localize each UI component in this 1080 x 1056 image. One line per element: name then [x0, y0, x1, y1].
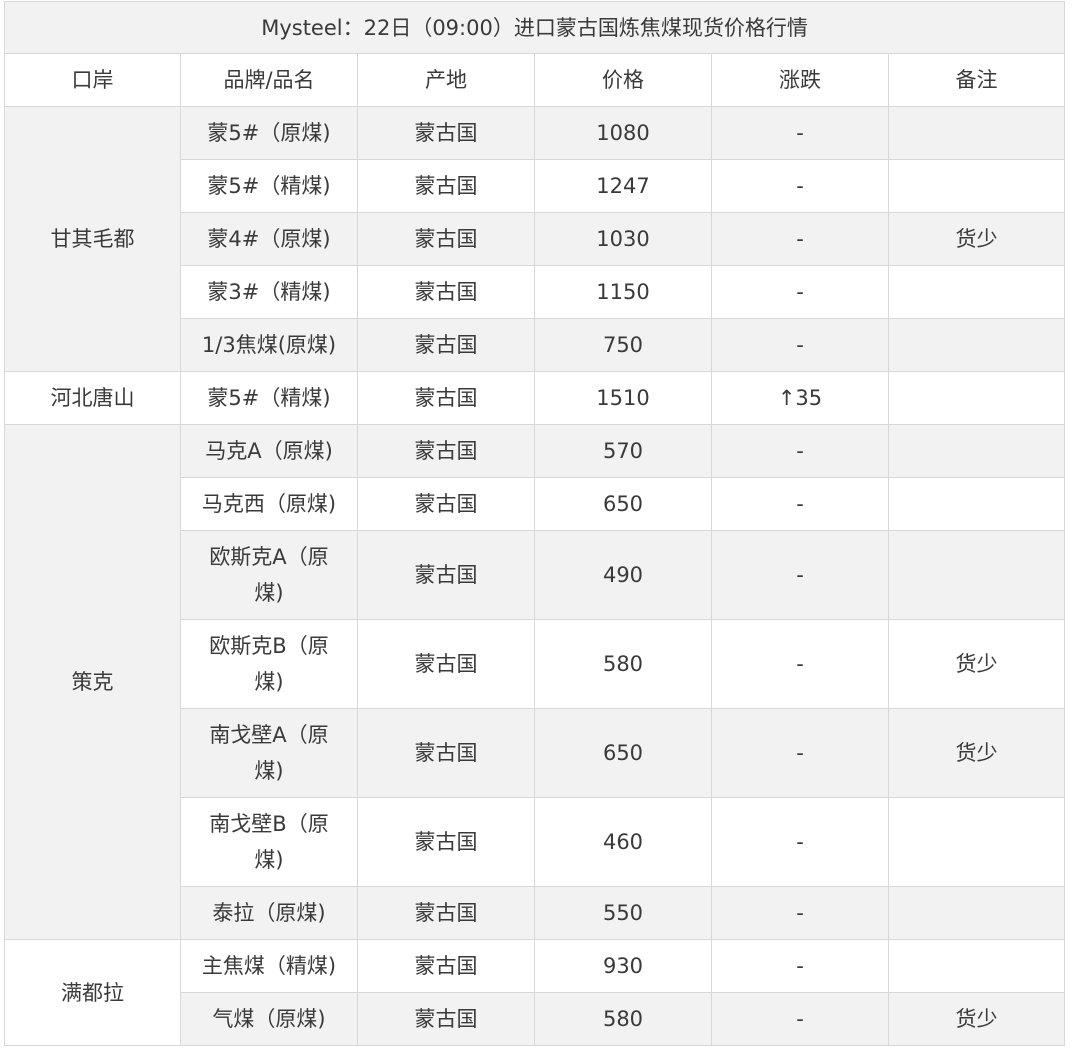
note-cell	[887, 477, 1066, 531]
price-cell: 650	[534, 477, 712, 531]
origin-cell: 蒙古国	[357, 708, 535, 798]
price-cell: 1080	[534, 106, 712, 160]
note-cell	[887, 106, 1066, 160]
origin-cell: 蒙古国	[357, 619, 535, 709]
origin-cell: 蒙古国	[357, 992, 535, 1046]
price-cell: 1150	[534, 265, 712, 319]
note-cell	[887, 886, 1066, 940]
port-cell: 河北唐山	[4, 371, 181, 425]
header-row: 口岸 品牌/品名 产地 价格 涨跌 备注	[4, 53, 1066, 107]
header-brand: 品牌/品名	[180, 53, 358, 107]
note-cell	[887, 424, 1066, 478]
price-cell: 1030	[534, 212, 712, 266]
price-cell: 650	[534, 708, 712, 798]
change-cell: -	[711, 708, 889, 798]
brand-cell: 主焦煤（精煤)	[180, 939, 358, 993]
change-cell: -	[711, 477, 889, 531]
header-price: 价格	[534, 53, 712, 107]
brand-cell: 马克A（原煤)	[180, 424, 358, 478]
origin-cell: 蒙古国	[357, 477, 535, 531]
change-up-cell: ↑35	[711, 371, 889, 425]
port-cell: 甘其毛都	[4, 106, 181, 372]
origin-cell: 蒙古国	[357, 886, 535, 940]
brand-cell: 蒙4#（原煤)	[180, 212, 358, 266]
price-table: Mysteel：22日（09:00）进口蒙古国炼焦煤现货价格行情 口岸 品牌/品…	[3, 1, 1066, 1046]
note-cell	[887, 530, 1066, 620]
note-cell	[887, 939, 1066, 993]
origin-cell: 蒙古国	[357, 797, 535, 887]
brand-cell: 南戈壁A（原煤)	[180, 708, 358, 798]
change-cell: -	[711, 797, 889, 887]
table-title: Mysteel：22日（09:00）进口蒙古国炼焦煤现货价格行情	[3, 1, 1066, 54]
change-cell: -	[711, 939, 889, 993]
port-cell: 满都拉	[4, 939, 181, 1046]
change-cell: -	[711, 106, 889, 160]
brand-cell: 蒙5#（精煤)	[180, 371, 358, 425]
note-cell: 货少	[887, 619, 1066, 709]
price-cell: 930	[534, 939, 712, 993]
origin-cell: 蒙古国	[357, 939, 535, 993]
note-cell	[887, 797, 1066, 887]
origin-cell: 蒙古国	[357, 530, 535, 620]
price-cell: 570	[534, 424, 712, 478]
header-note: 备注	[887, 53, 1066, 107]
note-cell	[887, 159, 1066, 213]
header-origin: 产地	[357, 53, 535, 107]
brand-cell: 蒙5#（精煤)	[180, 159, 358, 213]
change-cell: -	[711, 159, 889, 213]
brand-text: 南戈壁A（原煤)	[209, 723, 329, 783]
change-cell: -	[711, 992, 889, 1046]
brand-text: 南戈壁B（原煤)	[209, 812, 329, 872]
title-row: Mysteel：22日（09:00）进口蒙古国炼焦煤现货价格行情	[3, 1, 1066, 54]
price-cell: 750	[534, 318, 712, 372]
note-cell: 货少	[887, 708, 1066, 798]
origin-cell: 蒙古国	[357, 212, 535, 266]
note-cell: 货少	[887, 992, 1066, 1046]
table-row: 满都拉 主焦煤（精煤) 蒙古国 930 -	[4, 939, 1066, 1046]
brand-text: 欧斯克A（原煤)	[209, 545, 329, 605]
brand-cell: 蒙3#（精煤)	[180, 265, 358, 319]
header-change: 涨跌	[711, 53, 889, 107]
header-port: 口岸	[4, 53, 181, 107]
origin-cell: 蒙古国	[357, 318, 535, 372]
origin-cell: 蒙古国	[357, 424, 535, 478]
brand-cell: 欧斯克A（原煤)	[180, 530, 358, 620]
price-cell: 580	[534, 619, 712, 709]
price-cell: 460	[534, 797, 712, 887]
brand-cell: 南戈壁B（原煤)	[180, 797, 358, 887]
price-cell: 1247	[534, 159, 712, 213]
price-cell: 490	[534, 530, 712, 620]
table-row: 策克 马克A（原煤) 蒙古国 570 -	[4, 424, 1066, 940]
port-cell: 策克	[4, 424, 181, 940]
price-cell: 580	[534, 992, 712, 1046]
brand-cell: 1/3焦煤(原煤)	[180, 318, 358, 372]
note-cell	[887, 318, 1066, 372]
brand-cell: 泰拉（原煤)	[180, 886, 358, 940]
brand-cell: 马克西（原煤)	[180, 477, 358, 531]
origin-cell: 蒙古国	[357, 106, 535, 160]
origin-cell: 蒙古国	[357, 159, 535, 213]
change-cell: -	[711, 318, 889, 372]
change-cell: -	[711, 212, 889, 266]
table-row: 甘其毛都 蒙5#（原煤) 蒙古国 1080 -	[4, 106, 1066, 372]
change-cell: -	[711, 619, 889, 709]
change-cell: -	[711, 530, 889, 620]
change-cell: -	[711, 424, 889, 478]
change-cell: -	[711, 265, 889, 319]
origin-cell: 蒙古国	[357, 371, 535, 425]
note-cell: 货少	[887, 212, 1066, 266]
change-cell: -	[711, 886, 889, 940]
table-row: 河北唐山 蒙5#（精煤) 蒙古国 1510 ↑35	[4, 371, 1066, 425]
brand-cell: 气煤（原煤)	[180, 992, 358, 1046]
note-cell	[887, 265, 1066, 319]
price-cell: 1510	[534, 371, 712, 425]
brand-cell: 蒙5#（原煤)	[180, 106, 358, 160]
brand-cell: 欧斯克B（原煤)	[180, 619, 358, 709]
note-cell	[887, 371, 1066, 425]
price-cell: 550	[534, 886, 712, 940]
brand-text: 欧斯克B（原煤)	[209, 634, 329, 694]
origin-cell: 蒙古国	[357, 265, 535, 319]
